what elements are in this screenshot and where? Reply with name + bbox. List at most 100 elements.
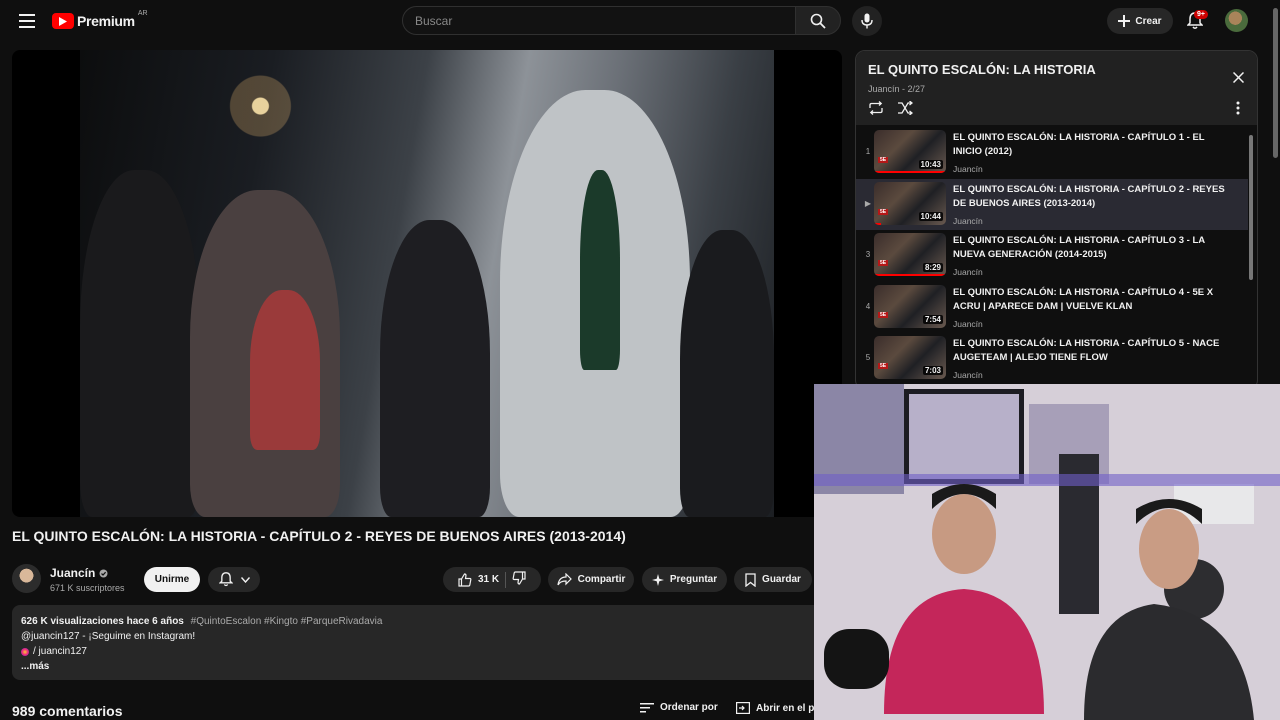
like-dislike-group: 31 K — [443, 567, 541, 592]
instagram-handle: / juancin127 — [33, 646, 87, 657]
like-separator — [505, 571, 507, 588]
video-duration: 10:43 — [918, 160, 943, 169]
playlist-item[interactable]: 5 5E 7:03 EL QUINTO ESCALÓN: LA HISTORIA - … — [856, 333, 1248, 384]
playlist-item-title: EL QUINTO ESCALÓN: LA HISTORIA - CAPÍTUL… — [953, 235, 1205, 260]
video-frame — [80, 50, 774, 517]
playlist-item-title: EL QUINTO ESCALÓN: LA HISTORIA - CAPÍTUL… — [953, 286, 1214, 312]
playlist-item[interactable]: 3 5E 8:29 EL QUINTO ESCALÓN: LA HISTORIA - … — [856, 230, 1248, 281]
verified-icon — [99, 569, 108, 577]
open-label: Abrir en el pa — [756, 702, 820, 714]
playlist-scrollbar[interactable] — [1249, 135, 1253, 280]
playlist-item-index: 1 — [865, 147, 871, 156]
shirt-shape — [250, 290, 320, 450]
channel-logo-icon: 5E — [878, 260, 889, 266]
playlist-title[interactable]: EL QUINTO ESCALÓN: LA HISTORIA — [868, 62, 1096, 77]
subscription-notify-button[interactable] — [208, 567, 260, 592]
video-player[interactable] — [12, 50, 842, 517]
page-scrollbar-thumb[interactable] — [1273, 8, 1278, 158]
ask-button[interactable]: Preguntar — [642, 567, 727, 592]
open-panel-icon — [736, 702, 750, 714]
join-button[interactable]: Unirme — [144, 567, 200, 592]
playlist-channel[interactable]: Juancín — [868, 84, 900, 94]
channel-logo-icon: 5E — [878, 157, 889, 163]
subscriber-count: 671 K suscriptores — [50, 583, 125, 593]
playlist-item[interactable]: 4 5E 7:54 EL QUINTO ESCALÓN: LA HISTORIA - … — [856, 282, 1248, 333]
plus-icon — [1118, 15, 1131, 27]
playlist-item-title: EL QUINTO ESCALÓN: LA HISTORIA - CAPÍTUL… — [953, 338, 1220, 363]
channel-logo-icon: 5E — [878, 311, 889, 318]
video-title: EL QUINTO ESCALÓN: LA HISTORIA - CAPÍTUL… — [12, 528, 626, 544]
shuffle-icon — [898, 101, 913, 115]
webcam-overlay — [814, 384, 1280, 720]
save-label: Guardar — [762, 574, 801, 585]
video-duration: 8:29 — [922, 263, 943, 272]
notification-badge: 9+ — [1194, 10, 1208, 19]
save-button[interactable]: Guardar — [734, 567, 812, 592]
playlist-item-index: 5 — [865, 353, 871, 362]
watch-progress-bar — [874, 274, 946, 276]
playlist-item-thumbnail: 5E 10:44 — [874, 181, 946, 225]
playlist-more-button[interactable] — [1232, 99, 1244, 117]
share-icon — [556, 573, 572, 586]
logo-text: Premium — [77, 13, 135, 29]
dislike-button[interactable] — [512, 571, 526, 588]
bell-ring-icon — [218, 572, 233, 587]
open-in-panel-button[interactable]: Abrir en el pa — [736, 702, 820, 714]
playlist-position: 2/27 — [907, 84, 926, 94]
sparkle-icon — [651, 573, 664, 586]
search-icon — [810, 13, 826, 29]
search-input[interactable] — [415, 13, 795, 28]
voice-search-button[interactable] — [852, 6, 882, 36]
like-button[interactable]: 31 K — [458, 572, 499, 587]
playlist-item-title: EL QUINTO ESCALÓN: LA HISTORIA - CAPÍTUL… — [953, 132, 1205, 157]
playlist-header: EL QUINTO ESCALÓN: LA HISTORIA Juancín -… — [856, 51, 1257, 125]
create-button[interactable]: Crear — [1107, 8, 1173, 34]
sort-comments-button[interactable]: Ordenar por — [640, 702, 718, 713]
account-avatar[interactable] — [1225, 9, 1248, 32]
comments-count: 989 comentarios — [12, 703, 123, 719]
loop-button[interactable] — [867, 99, 885, 117]
playlist-item-index: 4 — [865, 301, 871, 311]
play-logo-icon — [52, 13, 74, 29]
playlist-item-channel: Juancín — [953, 164, 983, 174]
channel-logo-icon: 5E — [878, 208, 889, 215]
create-label: Crear — [1135, 15, 1162, 27]
more-vert-icon — [1236, 101, 1240, 115]
shuffle-button[interactable] — [896, 99, 914, 117]
playlist-item-channel: Juancín — [953, 215, 983, 226]
ask-label: Preguntar — [669, 574, 718, 585]
description-box[interactable]: 626 K visualizaciones hace 6 años #Quint… — [12, 605, 842, 680]
sort-label: Ordenar por — [660, 702, 718, 713]
youtube-premium-logo[interactable]: Premium AR — [52, 10, 148, 32]
views-and-date: 626 K visualizaciones hace 6 años — [21, 616, 184, 627]
watch-progress-bar — [874, 222, 882, 225]
channel-name: Juancín — [50, 566, 96, 580]
playlist-item-channel: Juancín — [953, 370, 983, 380]
share-button[interactable]: Compartir — [548, 567, 634, 592]
close-icon — [1232, 71, 1244, 83]
channel-name-link[interactable]: Juancín — [50, 566, 108, 580]
thumbs-down-icon — [512, 571, 526, 585]
country-code: AR — [137, 9, 148, 17]
playlist-item-channel: Juancín — [953, 318, 983, 329]
video-duration: 7:03 — [922, 366, 943, 375]
search-button[interactable] — [795, 6, 841, 35]
video-duration: 7:54 — [922, 314, 943, 324]
hashtags[interactable]: #QuintoEscalon #Kingto #ParqueRivadavia — [191, 616, 383, 627]
playlist-panel: EL QUINTO ESCALÓN: LA HISTORIA Juancín -… — [855, 50, 1258, 390]
crowd-figure — [680, 230, 774, 517]
channel-avatar[interactable] — [12, 564, 41, 593]
playlist-item-index: 3 — [865, 250, 871, 259]
playlist-item-thumbnail: 5E 7:54 — [874, 284, 946, 328]
playlist-item[interactable]: 1 5E 10:43 EL QUINTO ESCALÓN: LA HISTORIA -… — [856, 127, 1248, 178]
menu-icon[interactable] — [12, 6, 42, 36]
playlist-item-thumbnail: 5E 8:29 — [874, 233, 946, 276]
playlist-item[interactable]: ▶ 5E 10:44 EL QUINTO ESCALÓN: LA HISTORIA -… — [856, 178, 1248, 230]
instagram-icon — [21, 647, 29, 656]
instagram-link[interactable]: / juancin127 — [21, 644, 833, 659]
close-playlist-button[interactable] — [1230, 69, 1246, 85]
jacket-stripe — [580, 170, 620, 370]
thumbs-up-icon — [458, 572, 472, 587]
search-box[interactable] — [402, 6, 796, 35]
more-button[interactable]: ...más — [21, 659, 833, 674]
